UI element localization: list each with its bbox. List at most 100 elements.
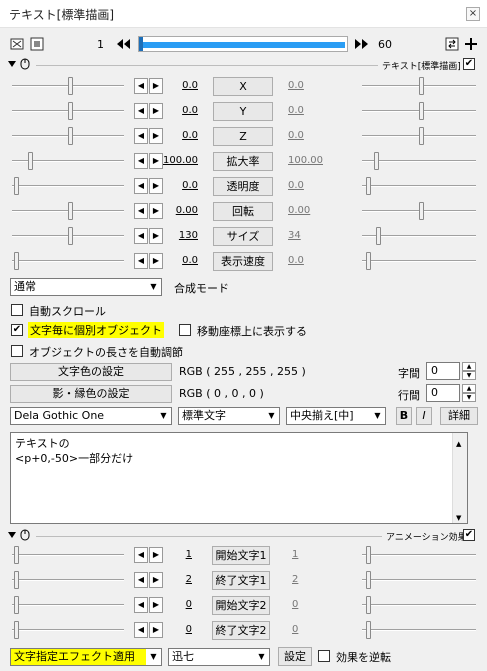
decrement-icon[interactable]: ◀ — [134, 253, 148, 269]
scroll-down-icon[interactable]: ▼ — [456, 511, 461, 526]
blend-mode-select[interactable]: 通常 ▼ — [10, 278, 162, 296]
char-spacing-input[interactable]: 0 — [426, 362, 460, 380]
rewind-icon[interactable] — [115, 37, 131, 51]
text-scrollbar[interactable]: ▲ ▼ — [452, 433, 467, 523]
param-name-button[interactable]: Z — [213, 127, 273, 146]
param-value-end[interactable]: 34 — [288, 230, 328, 241]
anim-track-start[interactable] — [12, 554, 124, 556]
anim-name-button[interactable]: 終了文字2 — [212, 621, 270, 640]
anim-value-end[interactable]: 1 — [292, 549, 332, 560]
param-value-end[interactable]: 100.00 — [288, 155, 328, 166]
param-value-start[interactable]: 0.0 — [158, 130, 198, 141]
char-spacing-up-icon[interactable]: ▲ — [462, 362, 476, 371]
param-name-button[interactable]: 透明度 — [213, 177, 273, 196]
fast-forward-icon[interactable] — [354, 37, 370, 51]
anim-track-end[interactable] — [362, 629, 476, 631]
anim-track-end[interactable] — [362, 579, 476, 581]
param-name-button[interactable]: 回転 — [213, 202, 273, 221]
decrement-icon[interactable]: ◀ — [134, 103, 148, 119]
bold-button[interactable]: B — [396, 407, 412, 425]
anim-name-button[interactable]: 終了文字1 — [212, 571, 270, 590]
param-value-start[interactable]: 0.0 — [158, 180, 198, 191]
param-track-end[interactable] — [362, 260, 476, 262]
font-family-select[interactable]: Dela Gothic One ▼ — [10, 407, 172, 425]
show-on-move-coords-checkbox[interactable] — [179, 324, 191, 336]
param-name-button[interactable]: 拡大率 — [213, 152, 273, 171]
param-value-start[interactable]: 0.0 — [158, 105, 198, 116]
anim-value-end[interactable]: 2 — [292, 574, 332, 585]
param-slider-start[interactable] — [68, 102, 73, 120]
decrement-icon[interactable]: ◀ — [134, 78, 148, 94]
decrement-icon[interactable]: ◀ — [134, 572, 148, 588]
collapse-triangle-icon[interactable] — [8, 532, 16, 538]
param-value-end[interactable]: 0.0 — [288, 80, 328, 91]
param-slider-end[interactable] — [366, 177, 371, 195]
param-slider-end[interactable] — [419, 202, 424, 220]
param-value-start[interactable]: 130 — [158, 230, 198, 241]
anim-track-start[interactable] — [12, 604, 124, 606]
param-name-button[interactable]: X — [213, 77, 273, 96]
line-spacing-up-icon[interactable]: ▲ — [462, 384, 476, 393]
auto-scroll-checkbox[interactable] — [11, 304, 23, 316]
close-icon[interactable]: × — [466, 7, 480, 21]
auto-adjust-length-checkbox[interactable] — [11, 345, 23, 357]
param-value-end[interactable]: 0.0 — [288, 180, 328, 191]
param-slider-end[interactable] — [376, 227, 381, 245]
char-spacing-down-icon[interactable]: ▼ — [462, 371, 476, 380]
shadow-color-button[interactable]: 影・縁色の設定 — [10, 385, 172, 403]
detail-button[interactable]: 詳細 — [440, 407, 478, 425]
param-slider-end[interactable] — [419, 77, 424, 95]
anim-track-start[interactable] — [12, 579, 124, 581]
param-slider-start[interactable] — [68, 127, 73, 145]
param-name-button[interactable]: サイズ — [213, 227, 273, 246]
param-slider-end[interactable] — [419, 102, 424, 120]
anim-name-button[interactable]: 開始文字2 — [212, 596, 270, 615]
param-slider-start[interactable] — [14, 252, 19, 270]
param-value-start[interactable]: 0.0 — [158, 255, 198, 266]
line-spacing-input[interactable]: 0 — [426, 384, 460, 402]
anim-value-start[interactable]: 0 — [152, 599, 192, 610]
param-value-end[interactable]: 0.0 — [288, 255, 328, 266]
anim-slider-end[interactable] — [366, 571, 371, 589]
anim-slider-start[interactable] — [14, 546, 19, 564]
anim-value-end[interactable]: 0 — [292, 624, 332, 635]
param-slider-start[interactable] — [14, 177, 19, 195]
param-value-start[interactable]: 100.00 — [158, 155, 198, 166]
frame-icon[interactable] — [30, 37, 44, 51]
timeline-track[interactable] — [138, 36, 348, 52]
anim-slider-start[interactable] — [14, 621, 19, 639]
decrement-icon[interactable]: ◀ — [134, 153, 148, 169]
italic-button[interactable]: I — [416, 407, 432, 425]
param-value-end[interactable]: 0.00 — [288, 205, 328, 216]
line-spacing-down-icon[interactable]: ▼ — [462, 393, 476, 402]
decrement-icon[interactable]: ◀ — [134, 547, 148, 563]
param-value-start[interactable]: 0.00 — [158, 205, 198, 216]
camera-icon[interactable] — [10, 37, 24, 51]
param-slider-start[interactable] — [28, 152, 33, 170]
effect-speed-select[interactable]: 迅七 ▼ — [168, 648, 270, 666]
effect-type-select[interactable]: 文字指定エフェクト適用 ▼ — [10, 648, 162, 666]
param-slider-start[interactable] — [68, 227, 73, 245]
param-track-end[interactable] — [362, 160, 476, 162]
effect-settings-button[interactable]: 設定 — [278, 647, 312, 666]
param-track-start[interactable] — [12, 185, 124, 187]
anim-name-button[interactable]: 開始文字1 — [212, 546, 270, 565]
param-name-button[interactable]: 表示速度 — [213, 252, 273, 271]
anim-track-end[interactable] — [362, 604, 476, 606]
swap-icon[interactable] — [445, 37, 459, 51]
decrement-icon[interactable]: ◀ — [134, 128, 148, 144]
scroll-up-icon[interactable]: ▲ — [456, 437, 461, 452]
anim-value-end[interactable]: 0 — [292, 599, 332, 610]
param-track-end[interactable] — [362, 185, 476, 187]
text-style-select[interactable]: 標準文字 ▼ — [178, 407, 280, 425]
anim-value-start[interactable]: 2 — [152, 574, 192, 585]
add-icon[interactable] — [464, 37, 478, 51]
anim-slider-end[interactable] — [366, 596, 371, 614]
decrement-icon[interactable]: ◀ — [134, 178, 148, 194]
individual-object-checkbox[interactable]: ✔ — [11, 324, 23, 336]
animation-enable-checkbox[interactable]: ✔ — [463, 529, 475, 541]
anim-slider-start[interactable] — [14, 596, 19, 614]
param-slider-end[interactable] — [366, 252, 371, 270]
decrement-icon[interactable]: ◀ — [134, 597, 148, 613]
anim-track-end[interactable] — [362, 554, 476, 556]
